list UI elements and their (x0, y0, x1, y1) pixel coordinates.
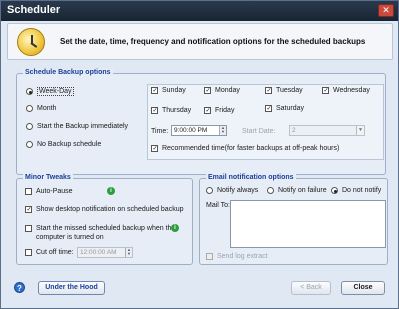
minor-tweaks-title: Minor Tweaks (23, 174, 73, 181)
day-wednesday[interactable]: Wednesday (322, 87, 370, 94)
mail-to-label: Mail To: (206, 202, 230, 209)
radio-no-schedule-label: No Backup schedule (37, 141, 102, 148)
wednesday-label: Wednesday (333, 87, 370, 94)
recommended-time[interactable]: Recommended time(for faster backups at o… (151, 145, 339, 152)
help-icon[interactable]: ? (14, 282, 25, 293)
clock-icon (17, 28, 45, 56)
tuesday-label: Tuesday (276, 87, 303, 94)
day-monday[interactable]: Monday (204, 87, 240, 94)
auto-pause-label: Auto-Pause (36, 188, 73, 195)
radio-month-button[interactable] (26, 105, 33, 112)
radio-week-day-button[interactable] (26, 88, 33, 95)
auto-pause-checkbox[interactable] (25, 188, 32, 195)
show-desktop-notification-checkbox[interactable] (25, 206, 32, 213)
do-not-notify-radio[interactable] (331, 187, 338, 194)
send-log-extract-label: Send log extract (217, 253, 268, 260)
under-the-hood-button[interactable]: Under the Hood (38, 281, 105, 295)
do-not-notify[interactable]: Do not notify (331, 187, 381, 194)
show-desktop-notification[interactable]: Show desktop notification on scheduled b… (25, 206, 184, 213)
radio-week-day[interactable]: Week-Day (26, 87, 74, 96)
scheduler-window: Scheduler ✕ Set the date, time, frequenc… (0, 0, 399, 309)
close-window-button[interactable]: ✕ (378, 4, 394, 17)
cut-off-time-label: Cut off time: (36, 249, 74, 256)
day-friday[interactable]: Friday (204, 107, 234, 114)
start-missed-backup[interactable]: Start the missed scheduled backup when t… (25, 224, 175, 242)
saturday-checkbox[interactable] (265, 105, 272, 112)
radio-month[interactable]: Month (26, 105, 56, 112)
day-tuesday[interactable]: Tuesday (265, 87, 303, 94)
title-bar[interactable]: Scheduler ✕ (1, 1, 398, 21)
thursday-checkbox[interactable] (151, 107, 158, 114)
schedule-group-title: Schedule Backup options (23, 69, 113, 76)
cut-off-time-checkbox[interactable] (25, 249, 32, 256)
show-desktop-notification-label: Show desktop notification on scheduled b… (36, 206, 184, 213)
day-thursday[interactable]: Thursday (151, 107, 191, 114)
do-not-notify-label: Do not notify (342, 187, 382, 194)
mail-to-label-row: Mail To: (206, 202, 230, 209)
cut-off-time-input[interactable]: 12:00:00 AM ▲ ▼ (77, 247, 133, 258)
radio-start-immediately-button[interactable] (26, 123, 33, 130)
start-date-value: 2 (292, 127, 296, 134)
tuesday-checkbox[interactable] (265, 87, 272, 94)
wednesday-checkbox[interactable] (322, 87, 329, 94)
day-sunday[interactable]: Sunday (151, 87, 186, 94)
time-spinner[interactable]: ▲ ▼ (219, 126, 226, 135)
cut-off-time[interactable]: Cut off time: (25, 249, 74, 256)
time-label: Time: (151, 128, 169, 135)
saturday-label: Saturday (276, 105, 305, 112)
recommended-time-label: Recommended time(for faster backups at o… (162, 145, 340, 152)
thursday-label: Thursday (162, 107, 192, 114)
radio-start-immediately-label: Start the Backup immediately (37, 123, 129, 130)
header-panel: Set the date, time, frequency and notifi… (7, 23, 393, 60)
notify-always-radio[interactable] (206, 187, 213, 194)
start-date-label: Start Date: (242, 128, 276, 135)
window-title: Scheduler (7, 4, 61, 16)
send-log-extract-checkbox[interactable] (206, 253, 213, 260)
info-icon[interactable]: i (107, 187, 115, 195)
notify-always[interactable]: Notify always (206, 187, 258, 194)
close-icon: ✕ (382, 5, 390, 15)
mail-to-input[interactable] (230, 200, 386, 248)
notify-on-failure-label: Notify on failure (278, 187, 327, 194)
radio-start-immediately[interactable]: Start the Backup immediately (26, 123, 128, 130)
radio-no-schedule-button[interactable] (26, 141, 33, 148)
notify-on-failure[interactable]: Notify on failure (267, 187, 327, 194)
day-saturday[interactable]: Saturday (265, 105, 304, 112)
start-date-label-row: Start Date: (242, 128, 275, 135)
radio-week-day-label: Week-Day (37, 87, 74, 96)
notify-on-failure-radio[interactable] (267, 187, 274, 194)
sunday-checkbox[interactable] (151, 87, 158, 94)
cut-off-time-value: 12:00:00 AM (80, 249, 117, 256)
close-button[interactable]: Close (341, 281, 385, 295)
monday-checkbox[interactable] (204, 87, 211, 94)
radio-no-schedule[interactable]: No Backup schedule (26, 141, 101, 148)
back-button[interactable]: < Back (291, 281, 331, 295)
time-input[interactable]: 9:00:00 PM ▲ ▼ (171, 125, 227, 136)
recommended-time-checkbox[interactable] (151, 145, 158, 152)
monday-label: Monday (215, 87, 240, 94)
email-group-title: Email notification options (206, 174, 296, 181)
radio-month-label: Month (37, 105, 57, 112)
sunday-label: Sunday (162, 87, 186, 94)
start-missed-backup-label: Start the missed scheduled backup when t… (36, 225, 176, 241)
info-icon[interactable]: i (171, 224, 179, 232)
friday-label: Friday (215, 107, 235, 114)
start-missed-backup-checkbox[interactable] (25, 225, 32, 232)
cut-off-time-spinner[interactable]: ▲ ▼ (125, 248, 132, 257)
send-log-extract[interactable]: Send log extract (206, 253, 268, 260)
notify-always-label: Notify always (217, 187, 259, 194)
chevron-down-icon[interactable]: ▼ (356, 126, 364, 135)
start-date-dropdown[interactable]: 2 ▼ (289, 125, 365, 136)
header-heading: Set the date, time, frequency and notifi… (60, 37, 366, 46)
time-label-row: Time: (151, 128, 168, 135)
time-value: 9:00:00 PM (174, 127, 208, 134)
auto-pause[interactable]: Auto-Pause (25, 188, 73, 195)
friday-checkbox[interactable] (204, 107, 211, 114)
